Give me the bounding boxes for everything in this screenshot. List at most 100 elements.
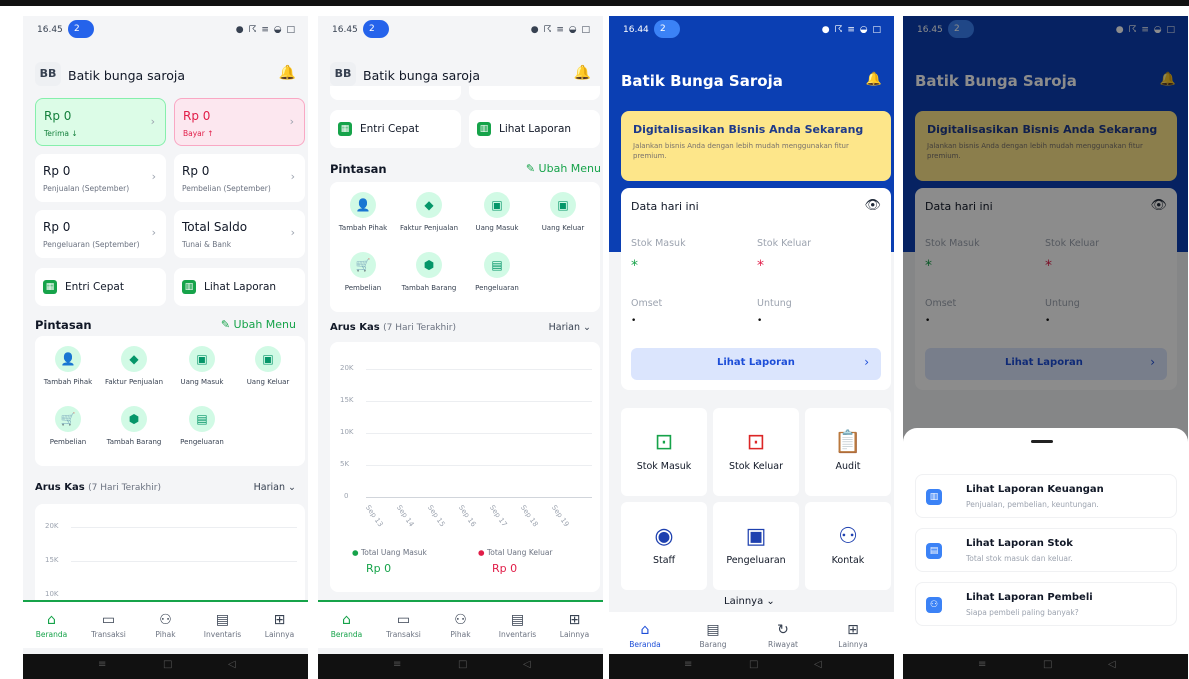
nav-beranda[interactable]: ⌂ Beranda (23, 602, 80, 639)
gridline (366, 369, 592, 370)
penjualan-card[interactable]: Rp 0 Penjualan (September) › (35, 154, 166, 202)
harian-dropdown[interactable]: Harian ⌄ (254, 482, 296, 493)
menu-audit[interactable]: 📋 Audit (805, 408, 891, 496)
nav-lainnya[interactable]: ⊞ Lainnya (251, 602, 308, 639)
edit-icon: ✎ (220, 318, 234, 331)
shortcut-pengeluaran[interactable]: ▤ Pengeluaran (171, 406, 233, 446)
report-stok-item[interactable]: ▤ Lihat Laporan Stok Total stok masuk da… (915, 528, 1177, 572)
shortcut-pembelian[interactable]: 🛒 Pembelian (37, 406, 99, 446)
menu-pengeluaran[interactable]: ▣ Pengeluaran (713, 502, 799, 590)
arus-kas-label: Arus Kas (330, 322, 380, 333)
home-key[interactable]: □ (458, 659, 467, 670)
nav-inventaris[interactable]: ▤ Inventaris (194, 602, 251, 639)
ubah-menu-link[interactable]: ✎ Ubah Menu (526, 162, 601, 175)
avatar[interactable]: BB (330, 62, 356, 86)
lihat-laporan-button[interactable]: Lihat Laporan › (631, 348, 881, 380)
harian-label: Harian (253, 482, 285, 493)
lihat-laporan-button[interactable]: ▥ Lihat Laporan (469, 110, 600, 148)
status-icons: ● ☈ ≡ ◒ □ (821, 25, 882, 35)
chevron-down-icon: ⌄ (583, 322, 591, 333)
nav-label: Transaksi (91, 630, 126, 639)
shortcut-faktur-penjualan[interactable]: ◆ Faktur Penjualan (103, 346, 165, 386)
shortcut-uang-masuk[interactable]: ▣ Uang Masuk (466, 192, 528, 232)
nav-pihak[interactable]: ⚇ Pihak (432, 602, 489, 639)
recents-key[interactable]: ≡ (393, 659, 401, 670)
back-key[interactable]: ◁ (523, 659, 531, 670)
shortcut-tambah-pihak[interactable]: 👤 Tambah Pihak (332, 192, 394, 232)
home-key[interactable]: □ (749, 659, 758, 670)
shortcut-pembelian[interactable]: 🛒 Pembelian (332, 252, 394, 292)
nav-transaksi[interactable]: ▭ Transaksi (80, 602, 137, 639)
lihat-laporan-button[interactable]: ▥ Lihat Laporan (174, 268, 305, 306)
nav-riwayat[interactable]: ↻ Riwayat (751, 612, 815, 649)
nav-barang[interactable]: ▤ Barang (681, 612, 745, 649)
recents-key[interactable]: ≡ (98, 659, 106, 670)
shortcut-uang-masuk[interactable]: ▣ Uang Masuk (171, 346, 233, 386)
pembelian-card[interactable]: Rp 0 Pembelian (September) › (174, 154, 305, 202)
pembelian-label: Pembelian (September) (182, 184, 271, 193)
saldo-card[interactable]: Total Saldo Tunai & Bank › (174, 210, 305, 258)
shortcut-uang-keluar[interactable]: ▣ Uang Keluar (237, 346, 299, 386)
shortcut-faktur-penjualan[interactable]: ◆ Faktur Penjualan (398, 192, 460, 232)
nav-lainnya[interactable]: ⊞ Lainnya (546, 602, 603, 639)
terima-card[interactable]: Rp 0 Terima ↓ › (35, 98, 166, 146)
menu-stok-masuk[interactable]: ⊡ Stok Masuk (621, 408, 707, 496)
pengeluaran-card[interactable]: Rp 0 Pengeluaran (September) › (35, 210, 166, 258)
nav-beranda[interactable]: ⌂ Beranda (318, 602, 375, 639)
recents-key[interactable]: ≡ (978, 659, 986, 670)
y-tick: 0 (344, 492, 349, 500)
nav-transaksi[interactable]: ▭ Transaksi (375, 602, 432, 639)
box-icon: ⬢ (121, 406, 147, 432)
back-key[interactable]: ◁ (1108, 659, 1116, 670)
add-person-icon: 👤 (55, 346, 81, 372)
legend-uang-masuk: ● Total Uang Masuk (352, 548, 427, 557)
chevron-down-icon: ⌄ (766, 596, 775, 607)
legend-uang-keluar: ● Total Uang Keluar (478, 548, 553, 557)
bell-icon[interactable]: 🔔 (866, 72, 882, 87)
shortcut-tambah-pihak[interactable]: 👤 Tambah Pihak (37, 346, 99, 386)
avatar[interactable]: BB (35, 62, 61, 86)
back-key[interactable]: ◁ (814, 659, 822, 670)
menu-label: Audit (835, 461, 861, 472)
menu-stok-keluar[interactable]: ⊡ Stok Keluar (713, 408, 799, 496)
bayar-card[interactable]: Rp 0 Bayar ↑ › (174, 98, 305, 146)
business-name[interactable]: Batik bunga saroja (363, 68, 480, 83)
menu-kontak[interactable]: ⚇ Kontak (805, 502, 891, 590)
entri-cepat-button[interactable]: ▦ Entri Cepat (35, 268, 166, 306)
shortcut-tambah-barang[interactable]: ⬢ Tambah Barang (398, 252, 460, 292)
sheet-drag-handle[interactable] (1031, 440, 1053, 443)
report-pembeli-item[interactable]: ⚇ Lihat Laporan Pembeli Siapa pembeli pa… (915, 582, 1177, 626)
nav-beranda[interactable]: ⌂ Beranda (613, 612, 677, 649)
recents-key[interactable]: ≡ (684, 659, 692, 670)
report-keuangan-item[interactable]: ▥ Lihat Laporan Keuangan Penjualan, pemb… (915, 474, 1177, 518)
pengeluaran-amount: Rp 0 (43, 220, 71, 234)
lainnya-toggle[interactable]: Lainnya ⌄ (724, 596, 775, 607)
business-name[interactable]: Batik bunga saroja (68, 68, 185, 83)
eye-icon[interactable]: 👁 (864, 198, 881, 213)
uang-keluar-value: Rp 0 (492, 562, 518, 575)
menu-staff[interactable]: ◉ Staff (621, 502, 707, 590)
home-key[interactable]: □ (1043, 659, 1052, 670)
tag-icon: ◆ (121, 346, 147, 372)
ubah-menu-link[interactable]: ✎ Ubah Menu (221, 318, 296, 331)
nav-label: Beranda (330, 630, 363, 639)
nav-pihak[interactable]: ⚇ Pihak (137, 602, 194, 639)
bell-icon[interactable]: 🔔 (574, 65, 591, 81)
shortcut-uang-keluar[interactable]: ▣ Uang Keluar (532, 192, 594, 232)
chevron-down-icon: ⌄ (288, 482, 296, 493)
nav-inventaris[interactable]: ▤ Inventaris (489, 602, 546, 639)
stok-keluar-value: * (757, 258, 764, 274)
entri-cepat-button[interactable]: ▦ Entri Cepat (330, 110, 461, 148)
status-icons: ● ☈ ≡ ◒ □ (530, 25, 591, 35)
bottom-nav: ⌂ Beranda ▭ Transaksi ⚇ Pihak ▤ Inventaris ⊞… (318, 600, 603, 648)
shortcut-pengeluaran[interactable]: ▤ Pengeluaran (466, 252, 528, 292)
promo-banner[interactable]: Digitalisasikan Bisnis Anda Sekarang Jal… (621, 111, 891, 181)
x-tick: Sep 17 (487, 503, 509, 529)
shortcut-tambah-barang[interactable]: ⬢ Tambah Barang (103, 406, 165, 446)
nav-lainnya[interactable]: ⊞ Lainnya (821, 612, 885, 649)
home-key[interactable]: □ (163, 659, 172, 670)
untung-value: • (757, 316, 763, 326)
bell-icon[interactable]: 🔔 (279, 65, 296, 81)
harian-dropdown[interactable]: Harian ⌄ (549, 322, 591, 333)
back-key[interactable]: ◁ (228, 659, 236, 670)
